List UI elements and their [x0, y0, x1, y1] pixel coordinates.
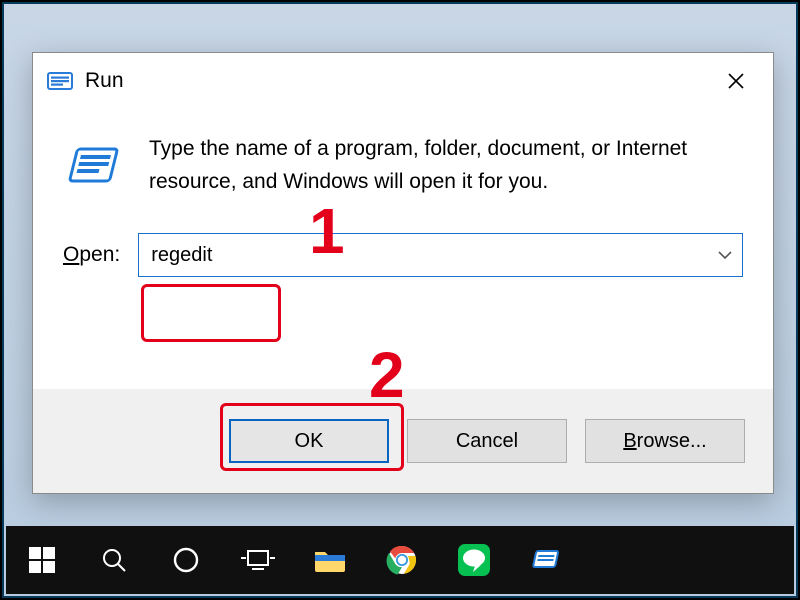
run-small-icon	[531, 548, 561, 572]
dialog-description: Type the name of a program, folder, docu…	[149, 133, 743, 198]
button-bar: OK Cancel Browse...	[33, 389, 773, 493]
chrome-icon	[386, 544, 418, 576]
screenshot-frame: Run	[0, 0, 800, 600]
line-app-button[interactable]	[438, 526, 510, 594]
run-taskbar-button[interactable]	[510, 526, 582, 594]
search-icon	[99, 545, 129, 575]
file-explorer-button[interactable]	[294, 526, 366, 594]
dialog-body: Type the name of a program, folder, docu…	[33, 109, 773, 277]
chrome-button[interactable]	[366, 526, 438, 594]
taskbar	[6, 526, 794, 594]
cortana-button[interactable]	[150, 526, 222, 594]
windows-icon	[27, 545, 57, 575]
close-icon	[727, 72, 745, 90]
run-icon	[45, 66, 75, 96]
window-title: Run	[85, 69, 124, 93]
desktop-background: Run	[4, 4, 796, 596]
open-input[interactable]	[149, 243, 732, 268]
run-dialog: Run	[32, 52, 774, 494]
close-button[interactable]	[713, 58, 759, 104]
folder-icon	[313, 546, 347, 574]
start-button[interactable]	[6, 526, 78, 594]
ok-button[interactable]: OK	[229, 419, 389, 463]
cancel-button[interactable]: Cancel	[407, 419, 567, 463]
open-combobox[interactable]	[138, 233, 743, 277]
open-label: Open:	[63, 243, 120, 267]
search-button[interactable]	[78, 526, 150, 594]
annotation-box-1	[141, 284, 281, 342]
run-large-icon	[63, 135, 127, 199]
line-icon	[458, 544, 490, 576]
titlebar: Run	[33, 53, 773, 109]
task-view-icon	[241, 547, 275, 573]
browse-button[interactable]: Browse...	[585, 419, 745, 463]
open-row: Open:	[63, 233, 743, 277]
task-view-button[interactable]	[222, 526, 294, 594]
cortana-icon	[171, 545, 201, 575]
